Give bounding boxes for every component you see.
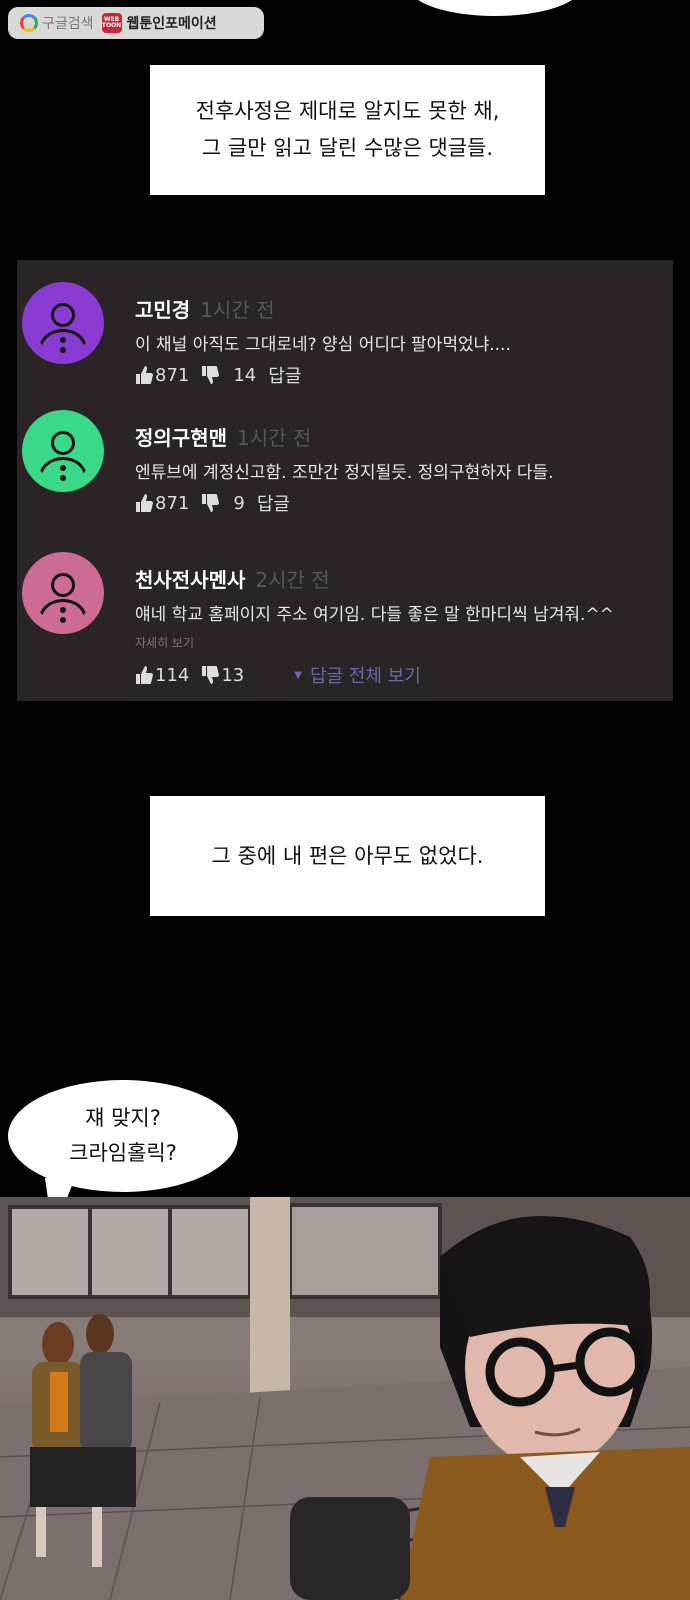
- comment-actions: 871 14 답글: [135, 362, 301, 388]
- webtoon-icon: WEB TOON: [101, 13, 122, 33]
- thumbs-down-icon[interactable]: [201, 665, 220, 685]
- google-search-label: 구글검색: [42, 16, 94, 32]
- narration-line: 그 글만 읽고 달린 수많은 댓글들.: [201, 136, 494, 160]
- caret-down-icon: ▼: [294, 669, 302, 681]
- comment-author[interactable]: 고민경: [135, 298, 190, 322]
- comment-text: 이 채널 아직도 그대로네? 양심 어디다 팔아먹었냐....: [135, 335, 511, 355]
- comment-header: 정의구현맨 1시간 전: [135, 422, 311, 451]
- comment-time: 1시간 전: [200, 298, 275, 322]
- user-head-icon: [51, 431, 75, 455]
- avatar: [22, 282, 104, 364]
- comment-text: 얘네 학교 홈페이지 주소 여기임. 다들 좋은 말 한마디씩 남겨줘.^^: [135, 605, 614, 625]
- view-all-replies-label: 답글 전체 보기: [309, 666, 421, 687]
- google-icon: [20, 14, 38, 32]
- speech-line: 쟤 맞지?: [85, 1106, 161, 1130]
- comment-header: 천사전사멘사 2시간 전: [135, 564, 330, 593]
- narration-line: 그 중에 내 편은 아무도 없었다.: [211, 843, 484, 868]
- avatar: [22, 410, 104, 492]
- speech-line: 크라임홀릭?: [69, 1141, 177, 1165]
- narration-box-top: 전후사정은 제대로 알지도 못한 채, 그 글만 읽고 달린 수많은 댓글들.: [150, 65, 545, 195]
- user-head-icon: [51, 573, 75, 597]
- like-count: 114: [155, 664, 190, 686]
- thumbs-down-icon[interactable]: [201, 365, 220, 385]
- speech-bubble-edge: [410, 0, 580, 16]
- school-hallway-scene: [0, 1197, 690, 1600]
- comic-panel-illustration: [0, 1197, 690, 1600]
- narration-line: 전후사정은 제대로 알지도 못한 채,: [195, 99, 500, 123]
- thumbs-up-icon[interactable]: [135, 493, 153, 513]
- thumbs-up-icon[interactable]: [135, 365, 153, 385]
- view-all-replies-button[interactable]: ▼ 답글 전체 보기: [294, 662, 421, 688]
- comment-time: 2시간 전: [255, 568, 330, 592]
- comment-section: 고민경 1시간 전 이 채널 아직도 그대로네? 양심 어디다 팔아먹었냐....…: [17, 260, 673, 701]
- narration-box-middle: 그 중에 내 편은 아무도 없었다.: [150, 796, 545, 916]
- user-head-icon: [51, 303, 75, 327]
- comment-actions: 114 13 ▼ 답글 전체 보기: [135, 662, 421, 688]
- like-count: 871: [155, 364, 190, 386]
- comment-author[interactable]: 정의구현맨: [135, 426, 227, 450]
- dislike-count: 14: [233, 364, 257, 386]
- comment-text: 엔튜브에 계정신고함. 조만간 정지될듯. 정의구현하자 다들.: [135, 463, 554, 483]
- watermark-badge: 구글검색 WEB TOON 웹툰인포메이션: [8, 7, 264, 39]
- comment-author[interactable]: 천사전사멘사: [135, 568, 245, 592]
- reply-button[interactable]: 답글: [257, 490, 290, 516]
- speech-bubble: 쟤 맞지? 크라임홀릭?: [8, 1080, 238, 1192]
- comment-actions: 871 9 답글: [135, 490, 290, 516]
- dislike-count: 9: [233, 492, 245, 514]
- thumbs-up-icon[interactable]: [135, 665, 153, 685]
- comment-header: 고민경 1시간 전: [135, 294, 275, 323]
- see-more-link[interactable]: 자세히 보기: [135, 634, 194, 651]
- comment-time: 1시간 전: [237, 426, 312, 450]
- dislike-count: 13: [221, 664, 245, 686]
- site-name: 웹툰인포메이션: [126, 16, 217, 32]
- thumbs-down-icon[interactable]: [201, 493, 220, 513]
- avatar: [22, 552, 104, 634]
- like-count: 871: [155, 492, 190, 514]
- reply-button[interactable]: 답글: [268, 362, 301, 388]
